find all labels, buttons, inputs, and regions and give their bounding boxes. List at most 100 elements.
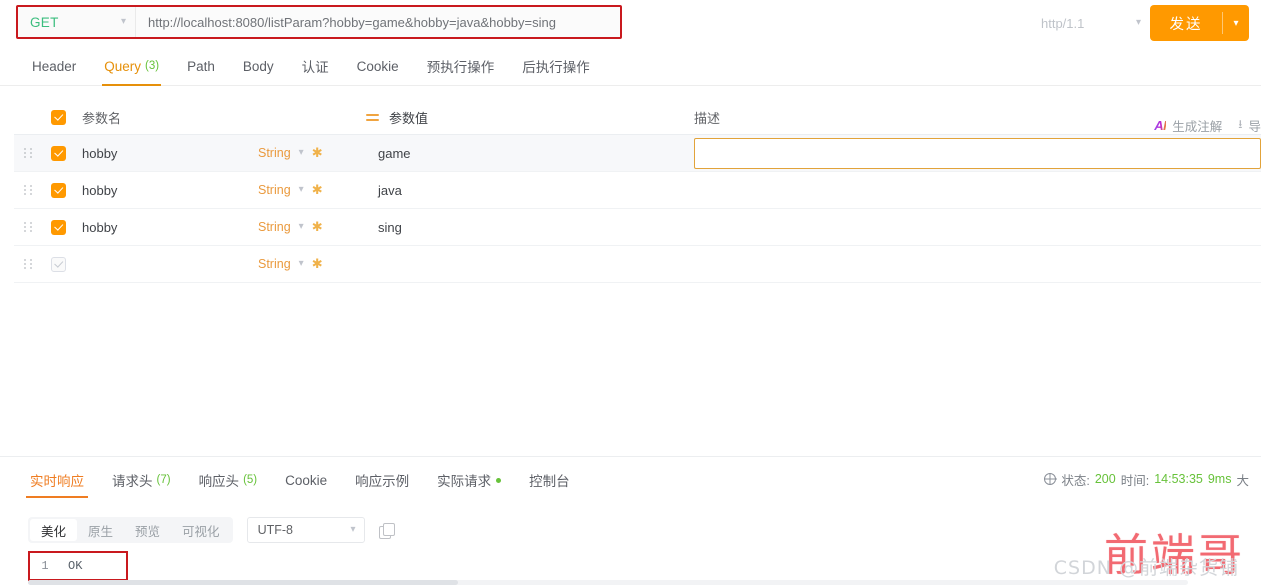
param-type-select[interactable]: String ▾ ✱ xyxy=(258,145,366,161)
table-row: hobby String ▾ ✱ java xyxy=(14,172,1261,209)
required-star-icon[interactable]: ✱ xyxy=(312,145,323,161)
chevron-down-icon: ▾ xyxy=(298,258,304,269)
row-drag-handle[interactable] xyxy=(14,259,42,269)
status-dot-icon xyxy=(496,477,502,483)
param-value-input[interactable]: sing xyxy=(366,220,682,235)
checkbox-checked-icon xyxy=(50,145,66,161)
http-method-value: GET xyxy=(30,14,59,30)
scrollbar-thumb[interactable] xyxy=(28,580,458,585)
protocol-select[interactable]: http/1.1 ▾ xyxy=(1041,10,1141,36)
horizontal-scrollbar[interactable] xyxy=(28,580,1188,585)
checkbox-checked-icon xyxy=(50,109,66,125)
grip-dots-icon xyxy=(23,259,33,269)
panel-divider xyxy=(0,456,1261,457)
export-label: 导 xyxy=(1248,119,1261,134)
row-checkbox[interactable] xyxy=(42,219,74,235)
select-all-checkbox[interactable] xyxy=(42,109,74,125)
time-value: 14:53:35 xyxy=(1154,472,1203,486)
param-type-value: String xyxy=(258,146,291,160)
chevron-down-icon: ▾ xyxy=(350,524,356,535)
checkbox-checked-icon xyxy=(50,182,66,198)
copy-icon[interactable] xyxy=(378,522,395,539)
equals-icon xyxy=(366,112,379,123)
tab-label: 后执行操作 xyxy=(522,60,590,75)
download-icon: ⭳ xyxy=(1238,116,1243,131)
view-mode-option-1[interactable]: 美化 xyxy=(30,519,78,541)
tab-label: Cookie xyxy=(285,472,328,488)
tab-count: (7) xyxy=(156,474,171,486)
param-type-select[interactable]: String ▾ ✱ xyxy=(258,256,366,272)
query-param-table: 参数名 参数值 描述 AI 生成注解 ⭳ 导 hobby String ▾ ✱ … xyxy=(14,100,1261,283)
url-bar-annotation-box: GET ▾ http://localhost:8080/listParam?ho… xyxy=(16,5,622,39)
time-label: 时间: xyxy=(1120,473,1150,488)
tab-label: 预执行操作 xyxy=(426,60,495,75)
http-method-select[interactable]: GET ▾ xyxy=(18,7,136,37)
chevron-down-icon: ▾ xyxy=(1135,17,1141,28)
row-checkbox[interactable] xyxy=(42,256,74,272)
view-mode-option-2[interactable]: 原生 xyxy=(77,519,124,541)
param-value-input[interactable]: game xyxy=(366,146,682,161)
request-tab-3[interactable]: Path xyxy=(173,47,229,86)
request-tab-8[interactable]: 后执行操作 xyxy=(508,47,604,86)
api-client-window: GET ▾ http://localhost:8080/listParam?ho… xyxy=(0,0,1261,587)
ai-generate-annotation-button[interactable]: AI 生成注解 xyxy=(1154,116,1222,135)
request-tab-6[interactable]: Cookie xyxy=(343,47,413,86)
checkbox-checked-icon xyxy=(50,219,66,235)
line-number: 1 xyxy=(41,559,49,573)
request-tab-7[interactable]: 预执行操作 xyxy=(413,47,509,86)
status-bar: 状态: 200 时间: 14:53:35 9ms 大 xyxy=(1044,468,1249,490)
response-body-text: OK xyxy=(68,559,83,573)
chevron-down-icon: ▾ xyxy=(298,184,304,195)
send-options-dropdown[interactable]: ▾ xyxy=(1223,5,1249,41)
response-tab-6[interactable]: 实际请求 xyxy=(423,462,515,498)
request-tab-2[interactable]: Query (3) xyxy=(90,47,173,86)
request-tab-5[interactable]: 认证 xyxy=(288,47,343,86)
response-tab-4[interactable]: Cookie xyxy=(271,462,341,498)
required-star-icon[interactable]: ✱ xyxy=(312,182,323,198)
grip-dots-icon xyxy=(23,148,33,158)
size-label: 大 xyxy=(1236,473,1249,488)
header-desc-label: 描述 xyxy=(694,110,721,126)
duration-value: 9ms xyxy=(1207,472,1232,486)
param-name-input[interactable]: hobby xyxy=(74,146,258,161)
tab-label: Header xyxy=(32,58,77,74)
encoding-value: UTF-8 xyxy=(257,523,293,537)
table-row: hobby String ▾ ✱ game xyxy=(14,135,1261,172)
header-param-value: 参数值 xyxy=(366,108,682,127)
table-row: hobby String ▾ ✱ sing xyxy=(14,209,1261,246)
param-type-select[interactable]: String ▾ ✱ xyxy=(258,219,366,235)
header-param-value-label: 参数值 xyxy=(389,110,429,126)
status-label: 状态: xyxy=(1061,473,1090,488)
param-name-input[interactable]: hobby xyxy=(74,183,258,198)
code-line: 1 OK xyxy=(28,551,82,581)
row-drag-handle[interactable] xyxy=(14,222,42,232)
response-tab-7[interactable]: 控制台 xyxy=(515,462,584,498)
response-tab-5[interactable]: 响应示例 xyxy=(341,462,423,498)
table-row: String ▾ ✱ xyxy=(14,246,1261,283)
response-tab-3[interactable]: 响应头 (5) xyxy=(185,462,272,498)
response-tab-1[interactable]: 实时响应 xyxy=(16,462,98,498)
tab-label: 响应示例 xyxy=(355,474,410,489)
row-checkbox[interactable] xyxy=(42,145,74,161)
tab-label: 控制台 xyxy=(529,474,570,489)
response-tab-2[interactable]: 请求头 (7) xyxy=(98,462,185,498)
encoding-select[interactable]: UTF-8 ▾ xyxy=(246,517,365,543)
url-input[interactable]: http://localhost:8080/listParam?hobby=ga… xyxy=(136,7,620,37)
send-button-group: 发送 ▾ xyxy=(1150,5,1249,41)
request-tab-1[interactable]: Header xyxy=(18,47,90,86)
param-name-input[interactable]: hobby xyxy=(74,220,258,235)
send-button[interactable]: 发送 xyxy=(1150,5,1222,41)
row-drag-handle[interactable] xyxy=(14,185,42,195)
request-tab-4[interactable]: Body xyxy=(229,47,288,86)
row-drag-handle[interactable] xyxy=(14,148,42,158)
view-mode-option-4[interactable]: 可视化 xyxy=(171,519,231,541)
tab-label: Cookie xyxy=(356,58,399,74)
required-star-icon[interactable]: ✱ xyxy=(312,256,323,272)
required-star-icon[interactable]: ✱ xyxy=(312,219,323,235)
param-value-input[interactable]: java xyxy=(366,183,682,198)
export-button[interactable]: ⭳ 导 xyxy=(1238,115,1261,136)
row-checkbox[interactable] xyxy=(42,182,74,198)
view-mode-option-3[interactable]: 预览 xyxy=(124,519,171,541)
param-type-select[interactable]: String ▾ ✱ xyxy=(258,182,366,198)
url-bar: GET ▾ http://localhost:8080/listParam?ho… xyxy=(0,0,1261,47)
